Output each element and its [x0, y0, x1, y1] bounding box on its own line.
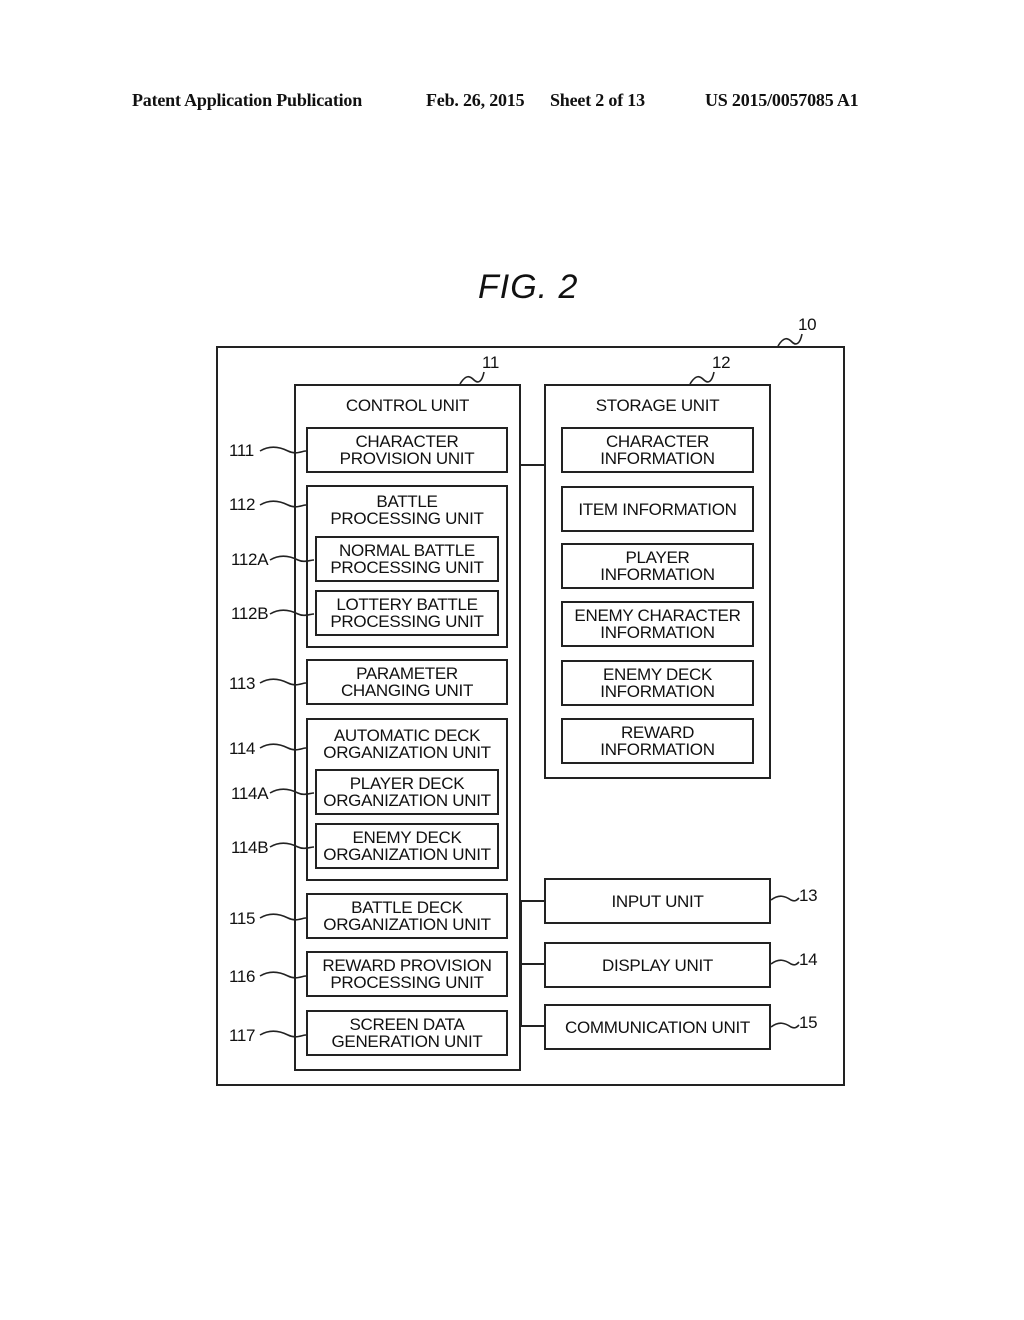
- player-information: PLAYER INFORMATION: [561, 543, 754, 589]
- ref-13: 13: [799, 886, 818, 905]
- ref-11: 11: [482, 353, 500, 372]
- ref-12: 12: [712, 353, 731, 372]
- ref-112A: 112A: [231, 550, 269, 569]
- item-information: ITEM INFORMATION: [561, 486, 754, 532]
- automatic-deck-organization-unit-title: AUTOMATIC DECK ORGANIZATION UNIT: [323, 726, 491, 762]
- ref-115: 115: [229, 909, 256, 928]
- enemy-character-information: ENEMY CHARACTER INFORMATION: [561, 601, 754, 647]
- ref-112: 112: [229, 495, 256, 514]
- character-provision-unit: CHARACTER PROVISION UNIT: [306, 427, 508, 473]
- communication-unit: COMMUNICATION UNIT: [544, 1004, 771, 1050]
- ref-114: 114: [229, 739, 256, 758]
- storage-unit-title: STORAGE UNIT: [595, 396, 720, 415]
- character-information: CHARACTER INFORMATION: [561, 427, 754, 473]
- lottery-battle-processing-unit: LOTTERY BATTLE PROCESSING UNIT: [315, 590, 499, 636]
- enemy-deck-information: ENEMY DECK INFORMATION: [561, 660, 754, 706]
- ref-112B: 112B: [231, 604, 269, 623]
- ref-113: 113: [229, 674, 256, 693]
- battle-processing-unit-title: BATTLE PROCESSING UNIT: [330, 492, 484, 528]
- screen-data-generation-unit: SCREEN DATA GENERATION UNIT: [306, 1010, 508, 1056]
- reward-provision-processing-unit: REWARD PROVISION PROCESSING UNIT: [306, 951, 508, 997]
- normal-battle-processing-unit: NORMAL BATTLE PROCESSING UNIT: [315, 536, 499, 582]
- ref-114B: 114B: [231, 838, 269, 857]
- reward-information: REWARD INFORMATION: [561, 718, 754, 764]
- enemy-deck-organization-unit: ENEMY DECK ORGANIZATION UNIT: [315, 823, 499, 869]
- ref-10: 10: [798, 315, 817, 334]
- display-unit: DISPLAY UNIT: [544, 942, 771, 988]
- player-deck-organization-unit: PLAYER DECK ORGANIZATION UNIT: [315, 769, 499, 815]
- ref-14: 14: [799, 950, 818, 969]
- parameter-changing-unit: PARAMETER CHANGING UNIT: [306, 659, 508, 705]
- ref-114A: 114A: [231, 784, 269, 803]
- input-unit: INPUT UNIT: [544, 878, 771, 924]
- ref-15: 15: [799, 1013, 818, 1032]
- battle-deck-organization-unit: BATTLE DECK ORGANIZATION UNIT: [306, 893, 508, 939]
- control-unit-title: CONTROL UNIT: [345, 396, 470, 415]
- ref-117: 117: [229, 1026, 256, 1045]
- leader-10: [777, 333, 803, 347]
- ref-111: 111: [229, 441, 254, 460]
- ref-116: 116: [229, 967, 256, 986]
